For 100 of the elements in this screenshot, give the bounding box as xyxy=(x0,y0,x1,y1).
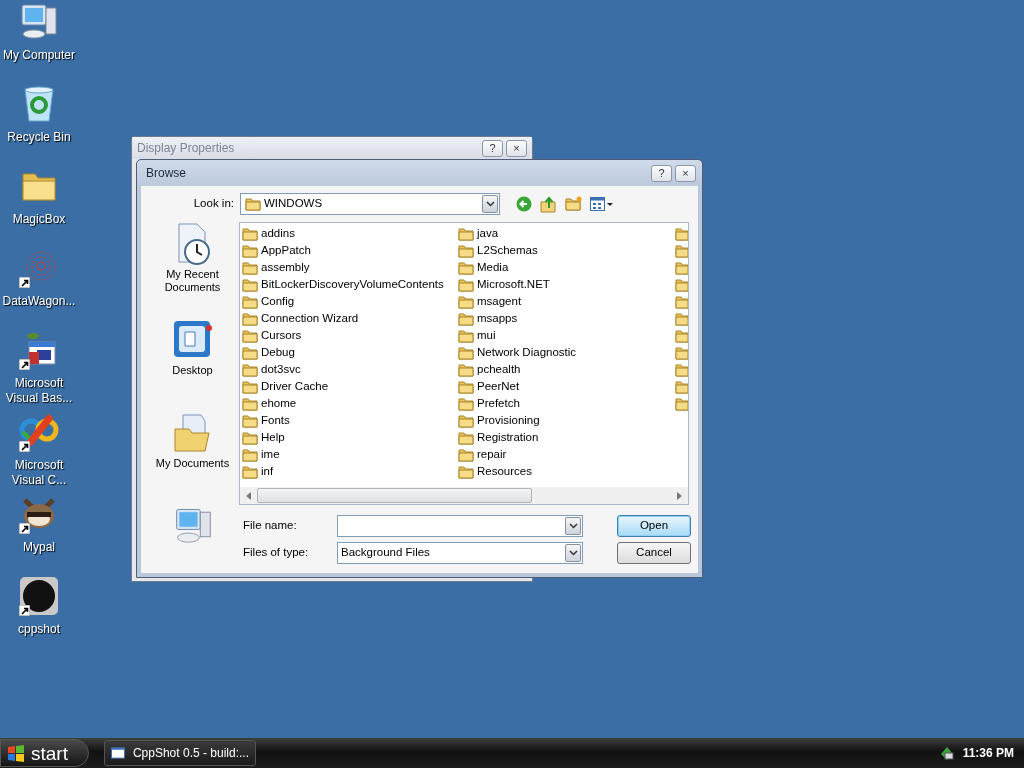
folder-name[interactable]: Connection Wizard xyxy=(261,309,359,328)
folder-name[interactable]: repair xyxy=(477,445,507,464)
desktop-icon-label[interactable]: My Computer xyxy=(3,48,75,63)
folder-icon xyxy=(245,196,261,212)
new-folder-icon[interactable] xyxy=(565,195,582,213)
folder-icon xyxy=(242,345,258,360)
folder-icon xyxy=(675,379,688,394)
desktop-icon-label[interactable]: Microsoft Visual Bas... xyxy=(0,376,78,406)
folder-icon xyxy=(458,243,474,258)
folder-name[interactable]: assembly xyxy=(261,258,310,277)
folder-icon xyxy=(242,430,258,445)
folder-name[interactable]: BitLockerDiscoveryVolumeContents xyxy=(261,275,444,294)
left-arrow-icon[interactable] xyxy=(246,491,251,500)
folder-icon xyxy=(242,464,258,479)
folder-icon xyxy=(675,277,688,292)
folder-name[interactable]: Cursors xyxy=(261,326,302,345)
folder-name[interactable]: pchealth xyxy=(477,360,521,379)
window-icon xyxy=(111,747,125,759)
folder-name[interactable]: Prefetch xyxy=(477,394,520,413)
folder-icon xyxy=(458,464,474,479)
back-icon[interactable] xyxy=(516,196,532,212)
folder-icon xyxy=(458,345,474,360)
folder-name[interactable]: ehome xyxy=(261,394,297,413)
folder-icon xyxy=(458,362,474,377)
computer-icon xyxy=(19,2,59,42)
folder-icon xyxy=(242,277,258,292)
folder-name[interactable]: Network Diagnostic xyxy=(477,343,577,362)
folder-name[interactable]: ime xyxy=(261,445,280,464)
folder-name[interactable]: msapps xyxy=(477,309,518,328)
folder-name[interactable]: PeerNet xyxy=(477,377,520,396)
folder-name[interactable]: AppPatch xyxy=(261,241,311,260)
taskbar-button[interactable]: CppShot 0.5 - build:... xyxy=(104,740,256,766)
network-icon[interactable] xyxy=(938,745,955,761)
field-label: File name: xyxy=(243,518,298,534)
folder-name[interactable]: msagent xyxy=(477,292,522,311)
folder-name[interactable]: Resources xyxy=(477,462,532,481)
folder-name[interactable]: Help xyxy=(261,428,285,447)
scrollbar-thumb[interactable] xyxy=(257,488,532,503)
desktop-icon-label[interactable]: Mypal xyxy=(23,540,55,555)
folder-icon xyxy=(242,311,258,326)
windows-flag-icon xyxy=(7,744,25,762)
view-menu-icon[interactable] xyxy=(590,196,614,212)
close-button[interactable]: × xyxy=(506,139,527,157)
folder-name[interactable]: addins xyxy=(261,224,295,243)
folder-icon xyxy=(458,447,474,462)
folder-name[interactable]: inf xyxy=(261,462,274,481)
look-in-dropdown[interactable]: WINDOWS xyxy=(240,193,500,215)
folder-name[interactable]: java xyxy=(477,224,499,243)
start-button[interactable]: start xyxy=(0,739,89,767)
open-button[interactable]: Open xyxy=(617,515,691,537)
close-button[interactable]: × xyxy=(675,164,696,182)
field-label: Files of type: xyxy=(243,545,310,561)
folder-icon xyxy=(675,396,688,411)
up-folder-icon[interactable] xyxy=(540,195,557,213)
folder-name[interactable]: Media xyxy=(477,258,509,277)
folder-icon xyxy=(458,379,474,394)
caret-icon xyxy=(485,201,495,207)
horizontal-scrollbar[interactable] xyxy=(240,487,688,504)
folder-icon xyxy=(242,379,258,394)
places-bar-item[interactable]: My Recent Documents xyxy=(147,268,238,294)
folder-icon xyxy=(675,328,688,343)
caret-icon xyxy=(568,550,578,556)
folder-icon xyxy=(242,226,258,241)
window-title: Display Properties xyxy=(137,140,235,157)
folder-icon xyxy=(458,430,474,445)
folder-icon xyxy=(242,328,258,343)
desktop-icon-label[interactable]: cppshot xyxy=(18,622,60,637)
window-title: Browse xyxy=(146,165,186,182)
folder-icon xyxy=(458,260,474,275)
folder-name[interactable]: Registration xyxy=(477,428,539,447)
right-arrow-icon[interactable] xyxy=(677,491,682,500)
folder-icon xyxy=(242,294,258,309)
folder-name[interactable]: Fonts xyxy=(261,411,290,430)
folder-name[interactable]: dot3svc xyxy=(261,360,301,379)
folder-name[interactable]: Driver Cache xyxy=(261,377,329,396)
folder-icon xyxy=(675,311,688,326)
desktop-icon-label[interactable]: Recycle Bin xyxy=(7,130,71,145)
folder-name[interactable]: Debug xyxy=(261,343,295,362)
desktop-icon-label[interactable]: MagicBox xyxy=(12,212,66,227)
folder-name[interactable]: mui xyxy=(477,326,496,345)
cancel-button[interactable]: Cancel xyxy=(617,542,691,564)
folder-icon xyxy=(675,345,688,360)
desktop-icon-label[interactable]: Microsoft Visual C... xyxy=(0,458,78,488)
folder-name[interactable]: Provisioning xyxy=(477,411,540,430)
folder-icon xyxy=(458,226,474,241)
folder-icon xyxy=(675,226,688,241)
file-name-field[interactable] xyxy=(337,515,583,537)
places-bar-item[interactable]: Desktop xyxy=(172,364,213,377)
help-button[interactable]: ? xyxy=(651,164,672,182)
folder-name[interactable]: L2Schemas xyxy=(477,241,538,260)
desktop-icon-label[interactable]: DataWagon... xyxy=(2,294,76,309)
places-bar-item[interactable]: My Documents xyxy=(155,457,230,470)
folder-icon xyxy=(458,277,474,292)
file-type-dropdown[interactable]: Background Files xyxy=(337,542,583,564)
folder-icon xyxy=(242,260,258,275)
folder-name[interactable]: Microsoft.NET xyxy=(477,275,550,294)
folder-icon xyxy=(458,413,474,428)
help-button[interactable]: ? xyxy=(482,139,503,157)
field-label: Look in: xyxy=(192,196,235,212)
folder-name[interactable]: Config xyxy=(261,292,295,311)
